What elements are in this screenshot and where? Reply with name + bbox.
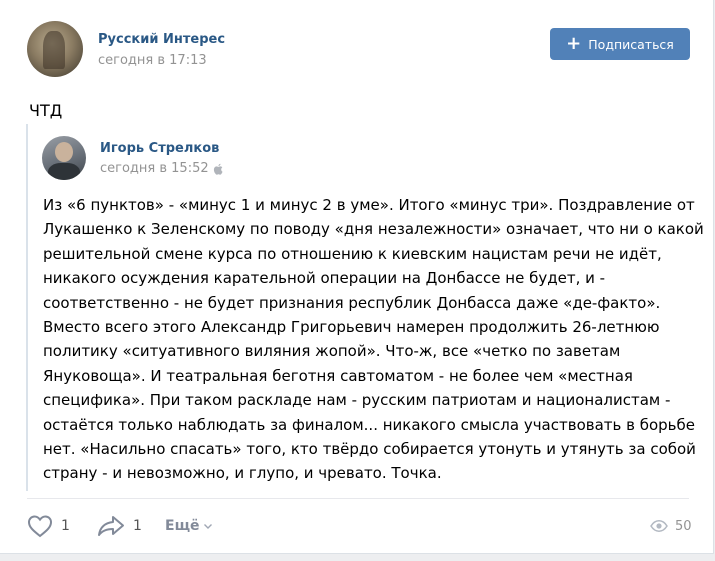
subscribe-button-label: Подписаться [588,36,674,52]
like-count: 1 [61,518,70,534]
repost-author-name[interactable]: Игорь Стрелков [100,141,219,156]
more-button[interactable]: Ещё [165,512,213,540]
share-button[interactable]: 1 [97,512,142,540]
wall-post: Русский Интерес сегодня в 17:13 + Подпис… [0,0,714,554]
author-name[interactable]: Русский Интерес [98,32,225,47]
repost-text-line: соответственно - не будет признания респ… [43,293,661,312]
repost-text-line: нет. «Насильно спасать» того, кто твёрдо… [43,440,696,459]
repost-timestamp[interactable]: сегодня в 15:52 [100,161,223,176]
like-button[interactable]: 1 [27,512,70,540]
repost-timestamp-text: сегодня в 15:52 [100,161,209,176]
repost-text-line: страну - и невозможно, и глупо, и чреват… [43,464,442,483]
author-avatar[interactable] [27,21,83,77]
repost-text-line: Из «6 пунктов» - «минус 1 и минус 2 в ум… [43,196,695,214]
heart-icon [27,515,53,538]
apple-icon [213,163,223,175]
post-timestamp[interactable]: сегодня в 17:13 [98,53,207,68]
post-text: ЧТД [29,101,63,120]
share-count: 1 [133,518,142,534]
repost-text-line: Лукашенко к Зеленскому по поводу «дня не… [43,220,704,239]
more-label: Ещё [165,518,200,534]
repost-text-line: Януковоща». И театральная беготня савтом… [43,366,633,385]
plus-icon: + [566,33,582,54]
eye-icon [650,520,668,532]
repost-text-line: остаётся только наблюдать за финалом... … [43,415,696,434]
repost-text-line: никакого осуждения карательной операции … [43,269,606,288]
repost-text-line: Вместо всего этого Александр Григорьевич… [43,318,660,337]
repost-text-line: политику «ситуативного виляния жопой». Ч… [43,342,621,361]
subscribe-button[interactable]: + Подписаться [550,28,690,60]
repost-author-avatar[interactable] [42,136,86,180]
share-arrow-icon [98,516,124,536]
repost-border [26,124,28,491]
views-count: 50 [675,518,692,534]
repost-text-line: специфика». При таком раскладе нам - рус… [43,391,671,410]
actions-divider [27,498,689,499]
repost-text: Из «6 пунктов» - «минус 1 и минус 2 в ум… [43,193,704,486]
chevron-down-icon [203,524,212,529]
repost-text-line: решительной смене курса по отношению к к… [43,244,662,263]
views-counter: 50 [650,516,692,536]
